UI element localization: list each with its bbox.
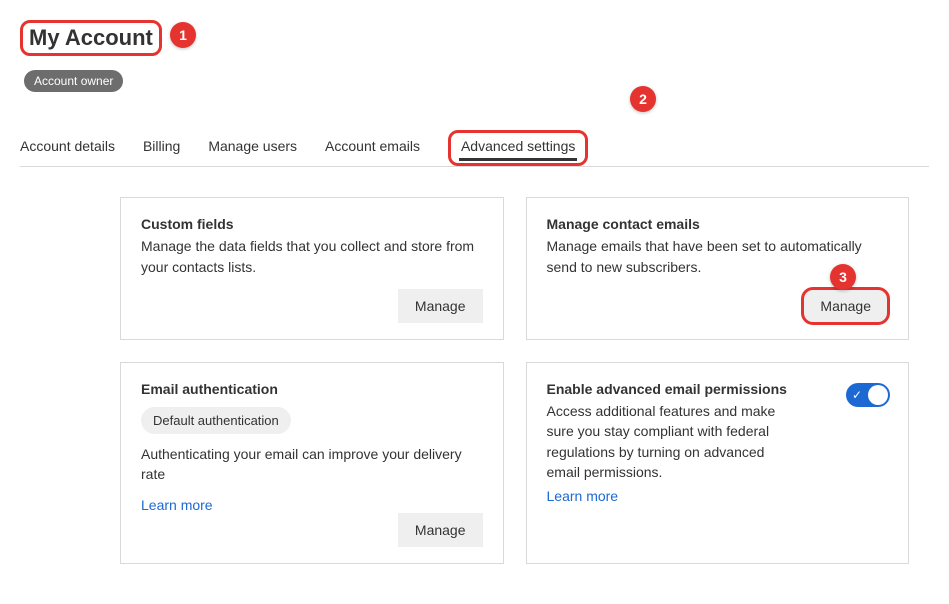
card-email-authentication: Email authentication Default authenticat… [120,362,504,564]
card-title: Email authentication [141,381,483,397]
manage-contact-emails-button[interactable]: Manage [803,289,888,323]
advanced-permissions-toggle[interactable]: ✓ [846,383,890,407]
card-desc: Access additional features and make sure… [547,401,787,482]
card-desc: Manage the data fields that you collect … [141,236,483,277]
card-custom-fields: Custom fields Manage the data fields tha… [120,197,504,340]
annotation-badge-3: 3 [830,264,856,290]
tab-billing[interactable]: Billing [143,130,180,166]
manage-custom-fields-button[interactable]: Manage [398,289,483,323]
card-title: Enable advanced email permissions [547,381,889,397]
card-title: Manage contact emails [547,216,889,232]
cards-grid: Custom fields Manage the data fields tha… [20,167,929,583]
manage-email-auth-button[interactable]: Manage [398,513,483,547]
check-icon: ✓ [852,389,862,401]
card-desc: Authenticating your email can improve yo… [141,444,483,485]
auth-tag: Default authentication [141,407,291,434]
learn-more-link[interactable]: Learn more [141,497,483,513]
learn-more-link[interactable]: Learn more [547,488,889,504]
toggle-knob [868,385,888,405]
tab-bar: Account details Billing Manage users Acc… [20,130,929,167]
tab-manage-users[interactable]: Manage users [208,130,297,166]
role-badge: Account owner [24,70,123,92]
page-title: My Account [20,20,162,56]
card-advanced-permissions: Enable advanced email permissions Access… [526,362,910,564]
annotation-badge-2: 2 [630,86,656,112]
tab-account-details[interactable]: Account details [20,130,115,166]
annotation-badge-1: 1 [170,22,196,48]
tab-account-emails[interactable]: Account emails [325,130,420,166]
tab-advanced-settings[interactable]: Advanced settings [448,130,588,166]
card-title: Custom fields [141,216,483,232]
